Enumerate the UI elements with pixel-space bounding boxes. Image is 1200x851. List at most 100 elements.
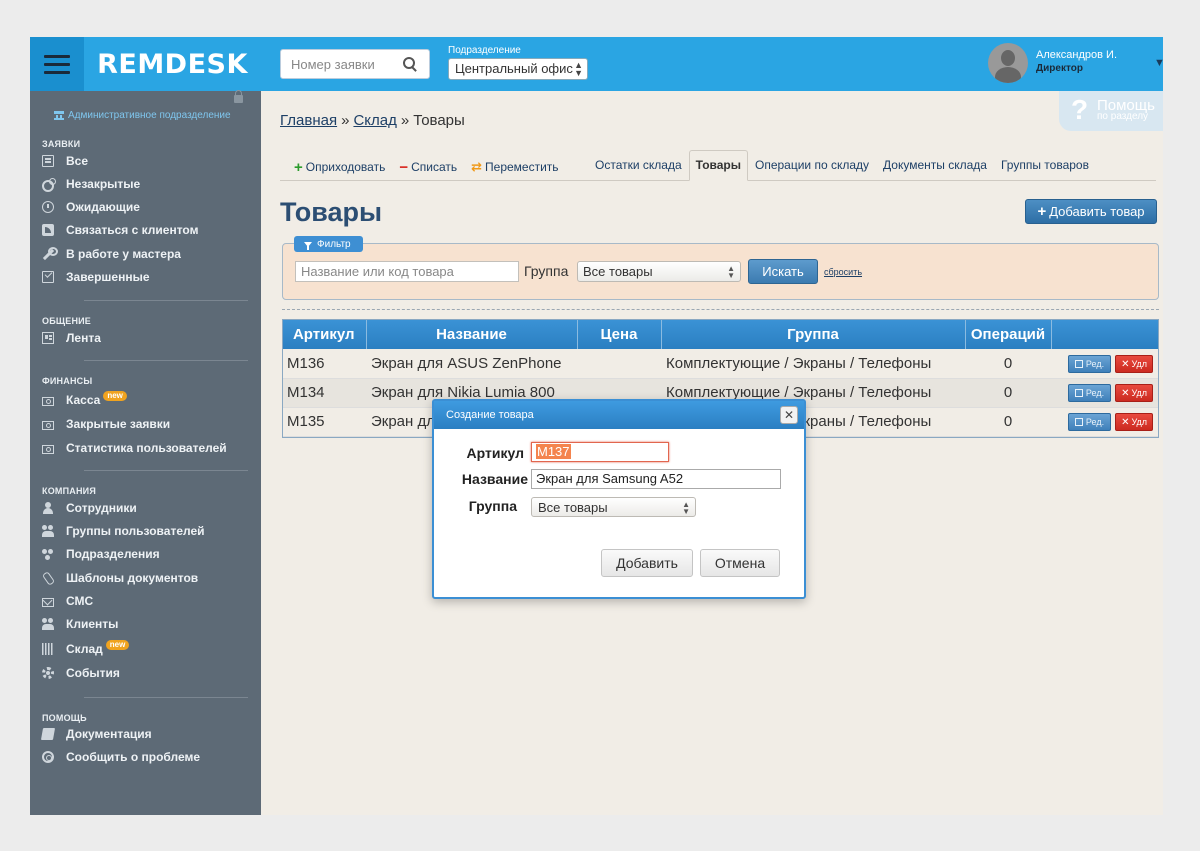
paperclip-icon (42, 572, 54, 584)
product-name-input[interactable] (295, 261, 519, 282)
gears-icon (42, 178, 56, 192)
checkbox-icon (42, 271, 54, 283)
group-select[interactable]: Все товары ▲ ▼ (577, 261, 741, 282)
sidebar-item-contact-client[interactable]: Связаться с клиентом (42, 220, 198, 240)
col-operations[interactable]: Операций (965, 319, 1052, 349)
sidebar-item-label: Сообщить о проблеме (66, 750, 201, 764)
sidebar-item-clients[interactable]: Клиенты (42, 614, 118, 634)
search-button[interactable]: Искать (748, 259, 818, 284)
table-row[interactable]: M136 Экран для ASUS ZenPhone Комплектующ… (282, 349, 1159, 379)
move-button[interactable]: ⇄ Переместить (471, 159, 558, 175)
filter-tag-label: Фильтр (317, 238, 351, 250)
edit-button[interactable]: Ред. (1067, 413, 1112, 431)
reset-link[interactable]: сбросить (824, 267, 862, 277)
sidebar-item-in-work[interactable]: В работе у мастера (42, 244, 181, 264)
sidebar-item-unclosed[interactable]: Незакрытые (42, 174, 140, 194)
sidebar-item-label: Подразделения (66, 547, 160, 561)
group-select[interactable]: Все товары ▲ ▼ (531, 497, 696, 517)
edit-label: Ред. (1085, 358, 1105, 369)
sidebar-item-documentation[interactable]: Документация (40, 724, 152, 744)
write-off-label: Списать (411, 160, 458, 174)
sidebar-item-closed-requests[interactable]: Закрытые заявки (42, 414, 170, 434)
delete-button[interactable]: ✕ Удл (1115, 354, 1153, 373)
cancel-button[interactable]: Отмена (700, 549, 780, 577)
edit-button[interactable]: Ред. (1067, 384, 1112, 402)
breadcrumb-home[interactable]: Главная (280, 112, 337, 129)
delete-button[interactable]: ✕ Удл (1115, 384, 1153, 402)
sidebar-item-label: Ожидающие (66, 200, 140, 214)
sidebar-item-label: Связаться с клиентом (66, 223, 199, 237)
sidebar-item-feed[interactable]: Лента (42, 328, 101, 348)
sku-input[interactable]: M137 (531, 442, 669, 462)
logo-area[interactable]: REMDESK (84, 37, 261, 91)
avatar[interactable] (988, 43, 1028, 83)
menu-icon[interactable] (30, 37, 84, 91)
move-label: Переместить (485, 160, 559, 174)
sidebar-item-all[interactable]: Все (42, 151, 88, 171)
name-input[interactable]: Экран для Samsung A52 (531, 469, 781, 489)
col-group[interactable]: Группа (661, 319, 966, 349)
cell-operations: 0 (965, 349, 1051, 379)
cell-operations: 0 (965, 407, 1051, 437)
sidebar-item-user-groups[interactable]: Группы пользователей (42, 521, 205, 541)
group-select-value: Все товары (538, 500, 608, 515)
sidebar-item-user-stats[interactable]: Статистика пользователей (42, 438, 227, 458)
create-product-dialog: Создание товара ✕ Артикул M137 Название … (432, 399, 806, 599)
action-bar: + Оприходовать − Списать ⇄ Переместить (294, 157, 573, 177)
breadcrumb-current: Товары (413, 112, 465, 129)
department-select[interactable]: Центральный офис ▲ ▼ (448, 58, 588, 80)
tab-documents[interactable]: Документы склада (876, 150, 994, 181)
col-name[interactable]: Название (366, 319, 578, 349)
sidebar-item-divisions[interactable]: Подразделения (42, 544, 160, 564)
clock-icon (42, 201, 54, 213)
sidebar-item-label: Шаблоны документов (66, 571, 199, 585)
sidebar-item-waiting[interactable]: Ожидающие (42, 197, 140, 217)
sidebar-item-doc-templates[interactable]: Шаблоны документов (42, 568, 198, 588)
edit-button[interactable]: Ред. (1067, 354, 1112, 373)
logo: REMDESK (97, 48, 248, 80)
sidebar-item-sms[interactable]: СМС (42, 591, 93, 611)
group-label: Группа (524, 263, 569, 279)
sidebar-item-cashbox[interactable]: Касса new (42, 390, 127, 410)
delete-button[interactable]: ✕ Удл (1115, 413, 1153, 431)
sidebar-item-employees[interactable]: Сотрудники (42, 498, 137, 518)
chevron-down-icon[interactable]: ▼ (1154, 57, 1163, 69)
tab-operations[interactable]: Операции по складу (748, 150, 876, 181)
group-select-value: Все товары (583, 264, 653, 279)
lock-icon[interactable] (234, 90, 243, 103)
tab-stock[interactable]: Остатки склада (588, 150, 689, 181)
col-sku[interactable]: Артикул (282, 319, 367, 349)
filter-tag[interactable]: Фильтр (294, 236, 363, 252)
write-off-button[interactable]: − Списать (399, 159, 457, 176)
book-icon (40, 728, 56, 740)
sidebar-item-label: Документация (66, 727, 152, 741)
sidebar: Административное подразделение ЗАЯВКИ Вс… (30, 90, 261, 815)
tab-groups[interactable]: Группы товаров (994, 150, 1096, 181)
add-product-button[interactable]: + Добавить товар (1025, 199, 1157, 224)
user-name[interactable]: Александров И. (1036, 49, 1117, 61)
sidebar-item-report-problem[interactable]: Сообщить о проблеме (42, 747, 200, 767)
help-button[interactable]: ? Помощь по разделу (1059, 91, 1163, 131)
section-communication: ОБЩЕНИЕ (42, 316, 92, 326)
tab-goods[interactable]: Товары (688, 150, 748, 181)
request-number-input[interactable] (291, 56, 403, 72)
breadcrumb-warehouse[interactable]: Склад (353, 112, 396, 129)
wrench-icon (42, 247, 58, 260)
sidebar-item-completed[interactable]: Завершенные (42, 267, 150, 287)
sidebar-item-events[interactable]: События (42, 663, 120, 683)
sidebar-item-warehouse[interactable]: Склад new (42, 639, 130, 659)
cell-actions: Ред. ✕ Удл (1051, 407, 1159, 437)
cell-group: Комплектующие / Экраны / Телефоны (661, 349, 965, 379)
funnel-icon (304, 241, 312, 250)
receive-button[interactable]: + Оприходовать (294, 159, 385, 176)
col-price[interactable]: Цена (577, 319, 662, 349)
add-button[interactable]: Добавить (601, 549, 693, 577)
search-icon[interactable] (403, 57, 417, 71)
department-label: Подразделение (448, 45, 521, 56)
close-icon[interactable]: ✕ (780, 406, 798, 424)
admin-division-link[interactable]: Административное подразделение (54, 110, 231, 121)
user-role: Директор (1036, 63, 1083, 74)
sitemap-icon (42, 548, 54, 560)
app-window: REMDESK Подразделение Центральный офис ▲… (30, 37, 1163, 815)
newspaper-icon (42, 332, 54, 344)
